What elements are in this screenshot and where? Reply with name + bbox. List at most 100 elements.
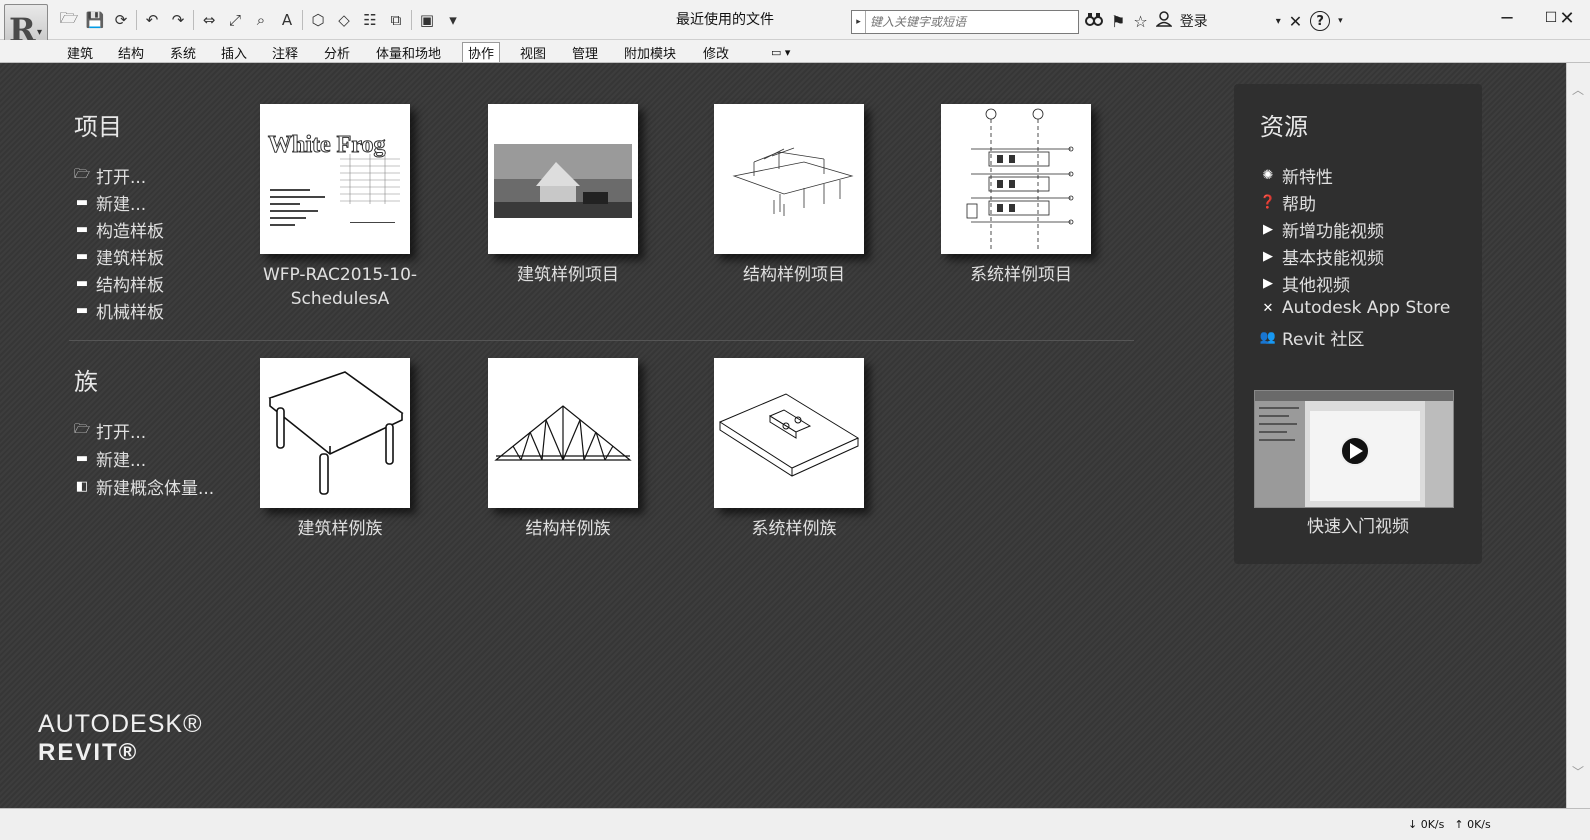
text-icon[interactable]: A (276, 9, 298, 31)
ribbon-tab[interactable]: 插入 (216, 42, 252, 62)
search-box[interactable]: ▸ (851, 10, 1079, 34)
projects-link-label: 结构样板 (96, 276, 164, 296)
search-expand-icon[interactable]: ▸ (852, 11, 866, 33)
ribbon-tab[interactable]: 修改 (698, 42, 734, 62)
quick-start-video-caption[interactable]: 快速入门视频 (1263, 515, 1453, 539)
recent-project-caption[interactable]: 建筑样例项目 (473, 263, 663, 287)
dimension-icon[interactable]: ⤢ (224, 9, 246, 31)
families-link-label: 打开... (96, 423, 147, 443)
thin-lines-icon[interactable]: ☷ (359, 9, 381, 31)
ribbon-tab[interactable]: 建筑 (62, 42, 98, 62)
exchange-apps-icon[interactable]: ✕ (1289, 12, 1302, 31)
measure-icon[interactable]: ⇔ (198, 9, 220, 31)
login-link[interactable]: 登录 (1180, 11, 1208, 31)
favorites-icon[interactable]: ☆ (1133, 12, 1147, 31)
subscription-icon[interactable]: ⚑ (1111, 12, 1125, 31)
status-bar (0, 808, 1590, 840)
redo-icon[interactable]: ↷ (167, 9, 189, 31)
resources-link[interactable]: ▶ 新增功能视频 (1260, 217, 1384, 242)
recent-project-caption[interactable]: 结构样例项目 (699, 263, 889, 287)
ribbon-tab[interactable]: 附加模块 (619, 42, 681, 62)
resources-link-label: 其他视频 (1282, 276, 1350, 296)
resources-link[interactable]: ✕ Autodesk App Store (1260, 298, 1451, 318)
recent-family-thumb[interactable] (714, 358, 864, 508)
families-link[interactable]: 🗁 打开... (73, 418, 147, 444)
help-icon[interactable]: ? (1310, 11, 1331, 31)
ribbon-tab[interactable]: 系统 (165, 42, 201, 62)
recent-project-caption[interactable]: 系统样例项目 (926, 263, 1116, 287)
3d-view-icon[interactable]: ⬡ (307, 9, 329, 31)
toolbar-separator (136, 10, 137, 30)
ribbon-tab[interactable]: 管理 (567, 42, 603, 62)
search-input[interactable] (866, 12, 1078, 32)
projects-link[interactable]: ▬ 机械样板 (74, 298, 164, 323)
autodesk-logo: AUTODESK® (38, 710, 203, 738)
resources-link[interactable]: ▶ 其他视频 (1260, 271, 1350, 296)
ribbon-tab-bar: 建筑 结构 系统 插入 注释 分析 体量和场地 协作 视图 管理 附加模块 修改 ▭ ▾ (0, 40, 1590, 63)
recent-project-caption[interactable]: WFP-RAC2015-10-SchedulesA (245, 263, 435, 311)
vertical-scrollbar[interactable]: ︿ ﹀ (1566, 63, 1590, 808)
ribbon-tab[interactable]: 结构 (113, 42, 149, 62)
open-folder-icon: 🗁 (73, 421, 91, 437)
customize-icon[interactable]: ▾ (442, 9, 464, 31)
resources-link[interactable]: ▶ 基本技能视频 (1260, 244, 1384, 269)
recent-project-thumb[interactable]: White Frog (260, 104, 410, 254)
section-icon[interactable]: ◇ (333, 9, 355, 31)
video-icon: ▶ (1263, 276, 1273, 291)
resources-link[interactable]: ❓ 帮助 (1260, 190, 1316, 215)
template-icon: ▬ (75, 276, 89, 291)
switch-windows-icon[interactable]: ▣ (416, 9, 438, 31)
undo-icon[interactable]: ↶ (141, 9, 163, 31)
projects-link[interactable]: ▬ 新建... (74, 190, 146, 215)
network-speed: ↓ 0K/s ↑ 0K/s (1408, 818, 1491, 831)
projects-link-label: 新建... (96, 195, 147, 215)
help-dropdown-icon[interactable]: ▾ (1338, 16, 1343, 26)
login-dropdown-icon[interactable]: ▾ (1276, 16, 1281, 27)
scroll-up-icon[interactable]: ︿ (1572, 81, 1584, 98)
minimize-button[interactable]: ─ (1484, 0, 1530, 36)
recent-family-thumb[interactable] (260, 358, 410, 508)
open-icon[interactable]: 🗁 (58, 9, 80, 31)
app-store-icon: ✕ (1262, 300, 1274, 316)
resources-link-label: 帮助 (1282, 195, 1316, 215)
families-link-label: 新建... (96, 451, 147, 471)
whats-new-icon: ✺ (1262, 168, 1274, 183)
quick-start-video-thumb[interactable] (1254, 390, 1454, 508)
projects-link[interactable]: ▬ 结构样板 (74, 271, 164, 296)
families-link[interactable]: ◧ 新建概念体量... (74, 474, 214, 499)
ribbon-tab[interactable]: 视图 (515, 42, 551, 62)
recent-family-caption[interactable]: 系统样例族 (699, 517, 889, 541)
quick-access-toolbar: 🗁 💾 ⟳ ↶ ↷ ⇔ ⤢ ⌕ A ⬡ ◇ ☷ ⧉ ▣ ▾ (58, 8, 464, 32)
projects-link[interactable]: 🗁 打开... (74, 163, 146, 189)
close-button[interactable]: ✕ (1544, 0, 1590, 36)
ribbon-minimize-toggle[interactable]: ▭ ▾ (766, 42, 795, 62)
recent-family-thumb[interactable] (488, 358, 638, 508)
tag-icon[interactable]: ⌕ (250, 9, 272, 31)
ribbon-tab[interactable]: 体量和场地 (371, 42, 446, 62)
resources-link[interactable]: ✺ 新特性 (1260, 163, 1333, 188)
close-hidden-icon[interactable]: ⧉ (385, 9, 407, 31)
community-icon: 👥 (1259, 330, 1277, 345)
recent-family-caption[interactable]: 结构样例族 (473, 517, 663, 541)
recent-project-thumb[interactable] (488, 104, 638, 254)
projects-link[interactable]: ▬ 构造样板 (74, 217, 164, 242)
binoculars-icon[interactable] (1085, 11, 1103, 31)
mep-section-icon (966, 108, 1074, 249)
table-model-icon (268, 371, 404, 495)
ribbon-tab[interactable]: 分析 (319, 42, 355, 62)
resources-link-label: 新增功能视频 (1282, 222, 1384, 242)
families-link[interactable]: ▬ 新建... (74, 446, 146, 471)
scroll-down-icon[interactable]: ﹀ (1572, 763, 1584, 780)
save-icon[interactable]: 💾 (84, 9, 106, 31)
new-file-icon: ▬ (75, 195, 89, 210)
projects-link[interactable]: ▬ 建筑样板 (74, 244, 164, 269)
resources-link[interactable]: 👥 Revit 社区 (1260, 325, 1364, 350)
recent-project-thumb[interactable] (941, 104, 1091, 254)
sync-icon[interactable]: ⟳ (110, 9, 132, 31)
toolbar-separator (193, 10, 194, 30)
ribbon-tab[interactable]: 协作 (462, 42, 501, 62)
recent-project-thumb[interactable] (714, 104, 864, 254)
download-speed: ↓ 0K/s (1408, 818, 1445, 831)
recent-family-caption[interactable]: 建筑样例族 (245, 517, 435, 541)
ribbon-tab[interactable]: 注释 (267, 42, 303, 62)
